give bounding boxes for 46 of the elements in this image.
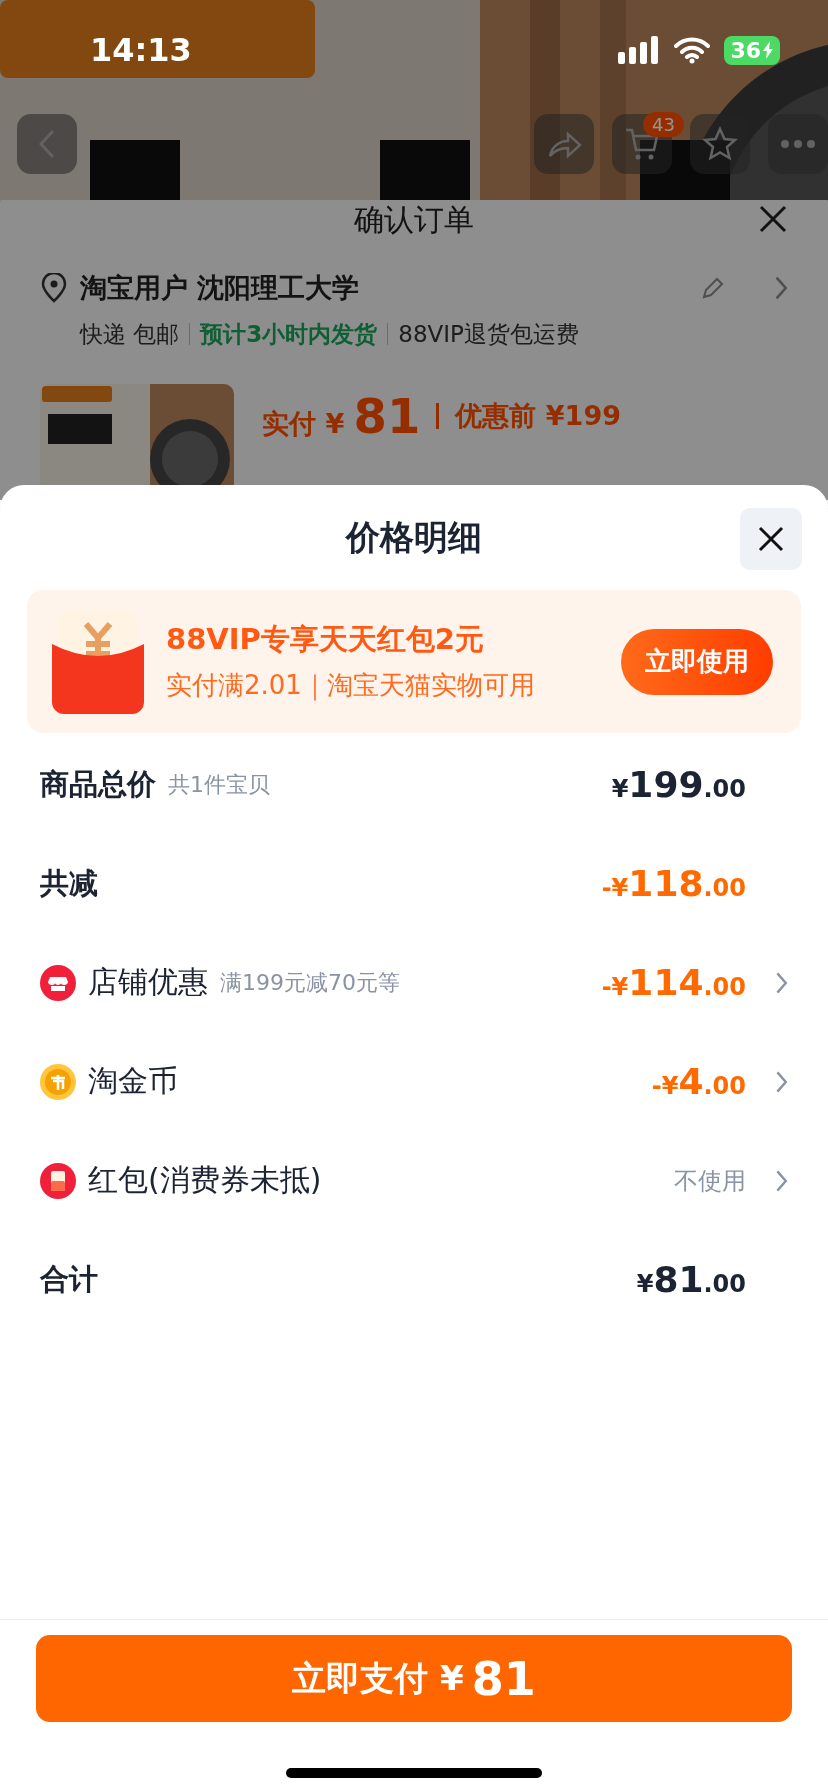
star-icon	[702, 126, 738, 162]
shipping-info: 快递 包邮	[80, 319, 180, 349]
more-icon	[781, 140, 815, 148]
envelope-icon	[40, 1162, 76, 1199]
row-label: 合计	[40, 1260, 98, 1298]
sheet-title: 价格明细	[346, 515, 482, 559]
amount-text: ¥199.00	[611, 764, 746, 805]
status-time: 14:13	[90, 31, 192, 69]
row-label: 红包(消费券未抵)	[88, 1161, 322, 1199]
row-note: 满199元减70元等	[220, 968, 400, 997]
row-label: 商品总价	[40, 765, 156, 803]
paid-price: 实付 ¥ 81	[262, 388, 421, 444]
charging-bolt-icon	[762, 41, 774, 59]
order-title: 确认订单	[354, 200, 474, 239]
close-icon[interactable]	[758, 204, 788, 234]
amount-text: ¥81.00	[636, 1259, 746, 1300]
shipping-info: 88VIP退货包运费	[398, 319, 579, 349]
close-button[interactable]	[740, 508, 802, 570]
shop-icon	[40, 964, 76, 1001]
amount-text: -¥4.00	[651, 1061, 746, 1102]
pay-now-button[interactable]: 立即支付 ¥ 81	[36, 1635, 792, 1722]
signal-icon	[618, 36, 661, 64]
battery-level: 36	[724, 35, 780, 65]
wifi-icon	[674, 36, 711, 64]
location-pin-icon	[40, 273, 68, 303]
shipping-info: 预计3小时内发货	[200, 319, 378, 349]
promo-title: 88VIP专享天天红包2元	[166, 621, 486, 658]
back-icon	[39, 129, 55, 159]
row-note: 共1件宝贝	[168, 770, 270, 799]
chevron-right-icon	[774, 970, 788, 995]
amount-text: -¥118.00	[601, 863, 746, 904]
row-label: 淘金币	[88, 1062, 178, 1100]
coin-icon	[40, 1063, 76, 1100]
chevron-right-icon	[774, 1069, 788, 1094]
row-label: 店铺优惠	[88, 963, 208, 1001]
promo-subtitle: 实付满2.01｜淘宝天猫实物可用	[166, 669, 536, 703]
close-icon	[758, 526, 784, 552]
original-price: 优惠前 ¥199	[455, 399, 621, 433]
row-label: 共减	[40, 864, 98, 902]
row-value[interactable]: 不使用	[674, 1164, 746, 1197]
chevron-right-icon	[774, 1168, 788, 1193]
amount-text: -¥114.00	[601, 962, 746, 1003]
chevron-right-icon	[773, 275, 788, 301]
address-text: 淘宝用户 沈阳理工大学	[80, 271, 361, 305]
envelope-icon	[52, 609, 144, 714]
use-now-button[interactable]: 立即使用	[621, 628, 773, 695]
